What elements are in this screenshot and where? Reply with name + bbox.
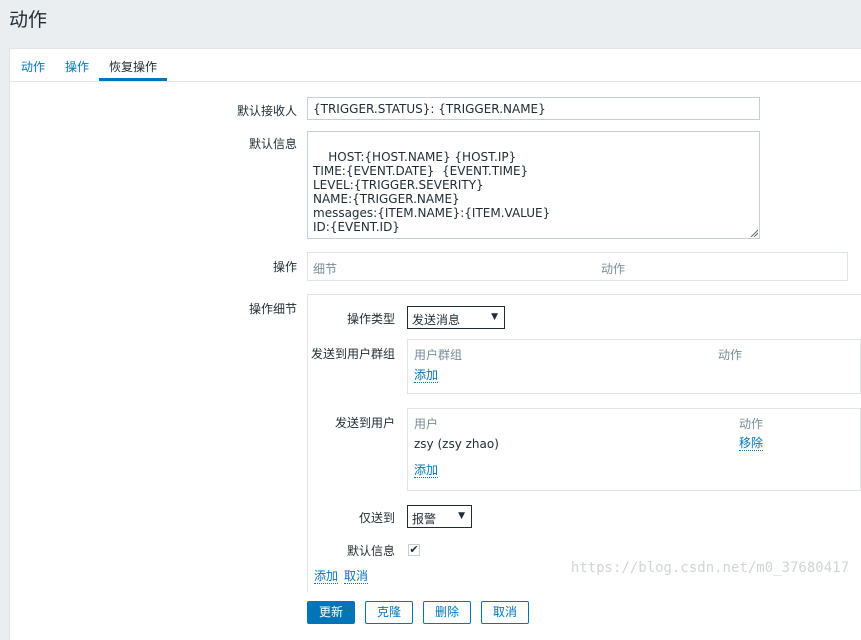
default-subject-label: 默认接收人 [236,104,297,118]
operation-cancel-link[interactable]: 取消 [344,570,369,584]
default-message-textarea[interactable]: HOST:{HOST.NAME} {HOST.IP} TIME:{EVENT.D… [307,131,760,239]
send-only-to-label: 仅送到 [358,511,395,525]
operation-details-section: 操作类型 发送消息 ▼ 发送到用户群组 用户群组 动作 添加 发送到用户 用户 … [307,294,861,592]
cancel-button[interactable]: 取消 [481,601,529,624]
default-message-checkbox[interactable]: ✔ [408,544,420,556]
page-title: 动作 [9,9,48,31]
users-col-action: 动作 [739,417,764,431]
chevron-down-icon: ▼ [458,511,465,521]
send-only-to-select[interactable]: 报警 ▼ [407,505,472,528]
remove-user-link[interactable]: 移除 [739,437,764,451]
user-row-name: zsy (zsy zhao) [414,437,499,451]
add-user-link[interactable]: 添加 [414,464,439,478]
default-subject-input[interactable]: {TRIGGER.STATUS}: {TRIGGER.NAME} [307,97,760,120]
user-groups-table: 用户群组 动作 添加 [407,339,861,394]
groups-col-group: 用户群组 [414,348,463,362]
operation-add-link[interactable]: 添加 [314,570,339,584]
active-tab-indicator [99,78,167,81]
resize-handle-icon[interactable] [750,229,758,237]
update-button[interactable]: 更新 [307,601,355,624]
tab-recovery-operations[interactable]: 恢复操作 [109,58,157,75]
operations-table: 细节 动作 [307,252,848,281]
delete-button[interactable]: 删除 [423,601,471,624]
clone-button[interactable]: 克隆 [365,601,413,624]
tab-action[interactable]: 动作 [21,58,45,75]
send-to-groups-label: 发送到用户群组 [310,347,395,361]
send-to-users-label: 发送到用户 [334,416,395,430]
operation-type-value: 发送消息 [412,313,461,327]
operation-type-select[interactable]: 发送消息 ▼ [407,306,505,329]
operation-type-label: 操作类型 [346,312,395,326]
operation-details-label: 操作细节 [248,302,297,316]
operations-label: 操作 [272,260,297,274]
default-message-text: HOST:{HOST.NAME} {HOST.IP} TIME:{EVENT.D… [313,150,551,234]
default-message-check-label: 默认信息 [346,544,395,558]
users-col-user: 用户 [414,417,439,431]
add-user-group-link[interactable]: 添加 [414,369,439,383]
operations-col-action: 动作 [601,262,626,276]
watermark: https://blog.csdn.net/m0_37680417 [570,560,849,576]
default-message-label: 默认信息 [248,137,297,151]
action-form-panel: 动作 操作 恢复操作 默认接收人 {TRIGGER.STATUS}: {TRIG… [9,48,861,640]
checkmark-icon: ✔ [409,543,419,556]
groups-col-action: 动作 [718,348,743,362]
send-only-to-value: 报警 [412,512,437,526]
tab-bar: 动作 操作 恢复操作 [10,49,861,82]
tab-operations[interactable]: 操作 [65,58,89,75]
operations-col-details: 细节 [313,262,338,276]
chevron-down-icon: ▼ [491,312,498,322]
users-table: 用户 动作 zsy (zsy zhao) 移除 添加 [407,408,861,491]
